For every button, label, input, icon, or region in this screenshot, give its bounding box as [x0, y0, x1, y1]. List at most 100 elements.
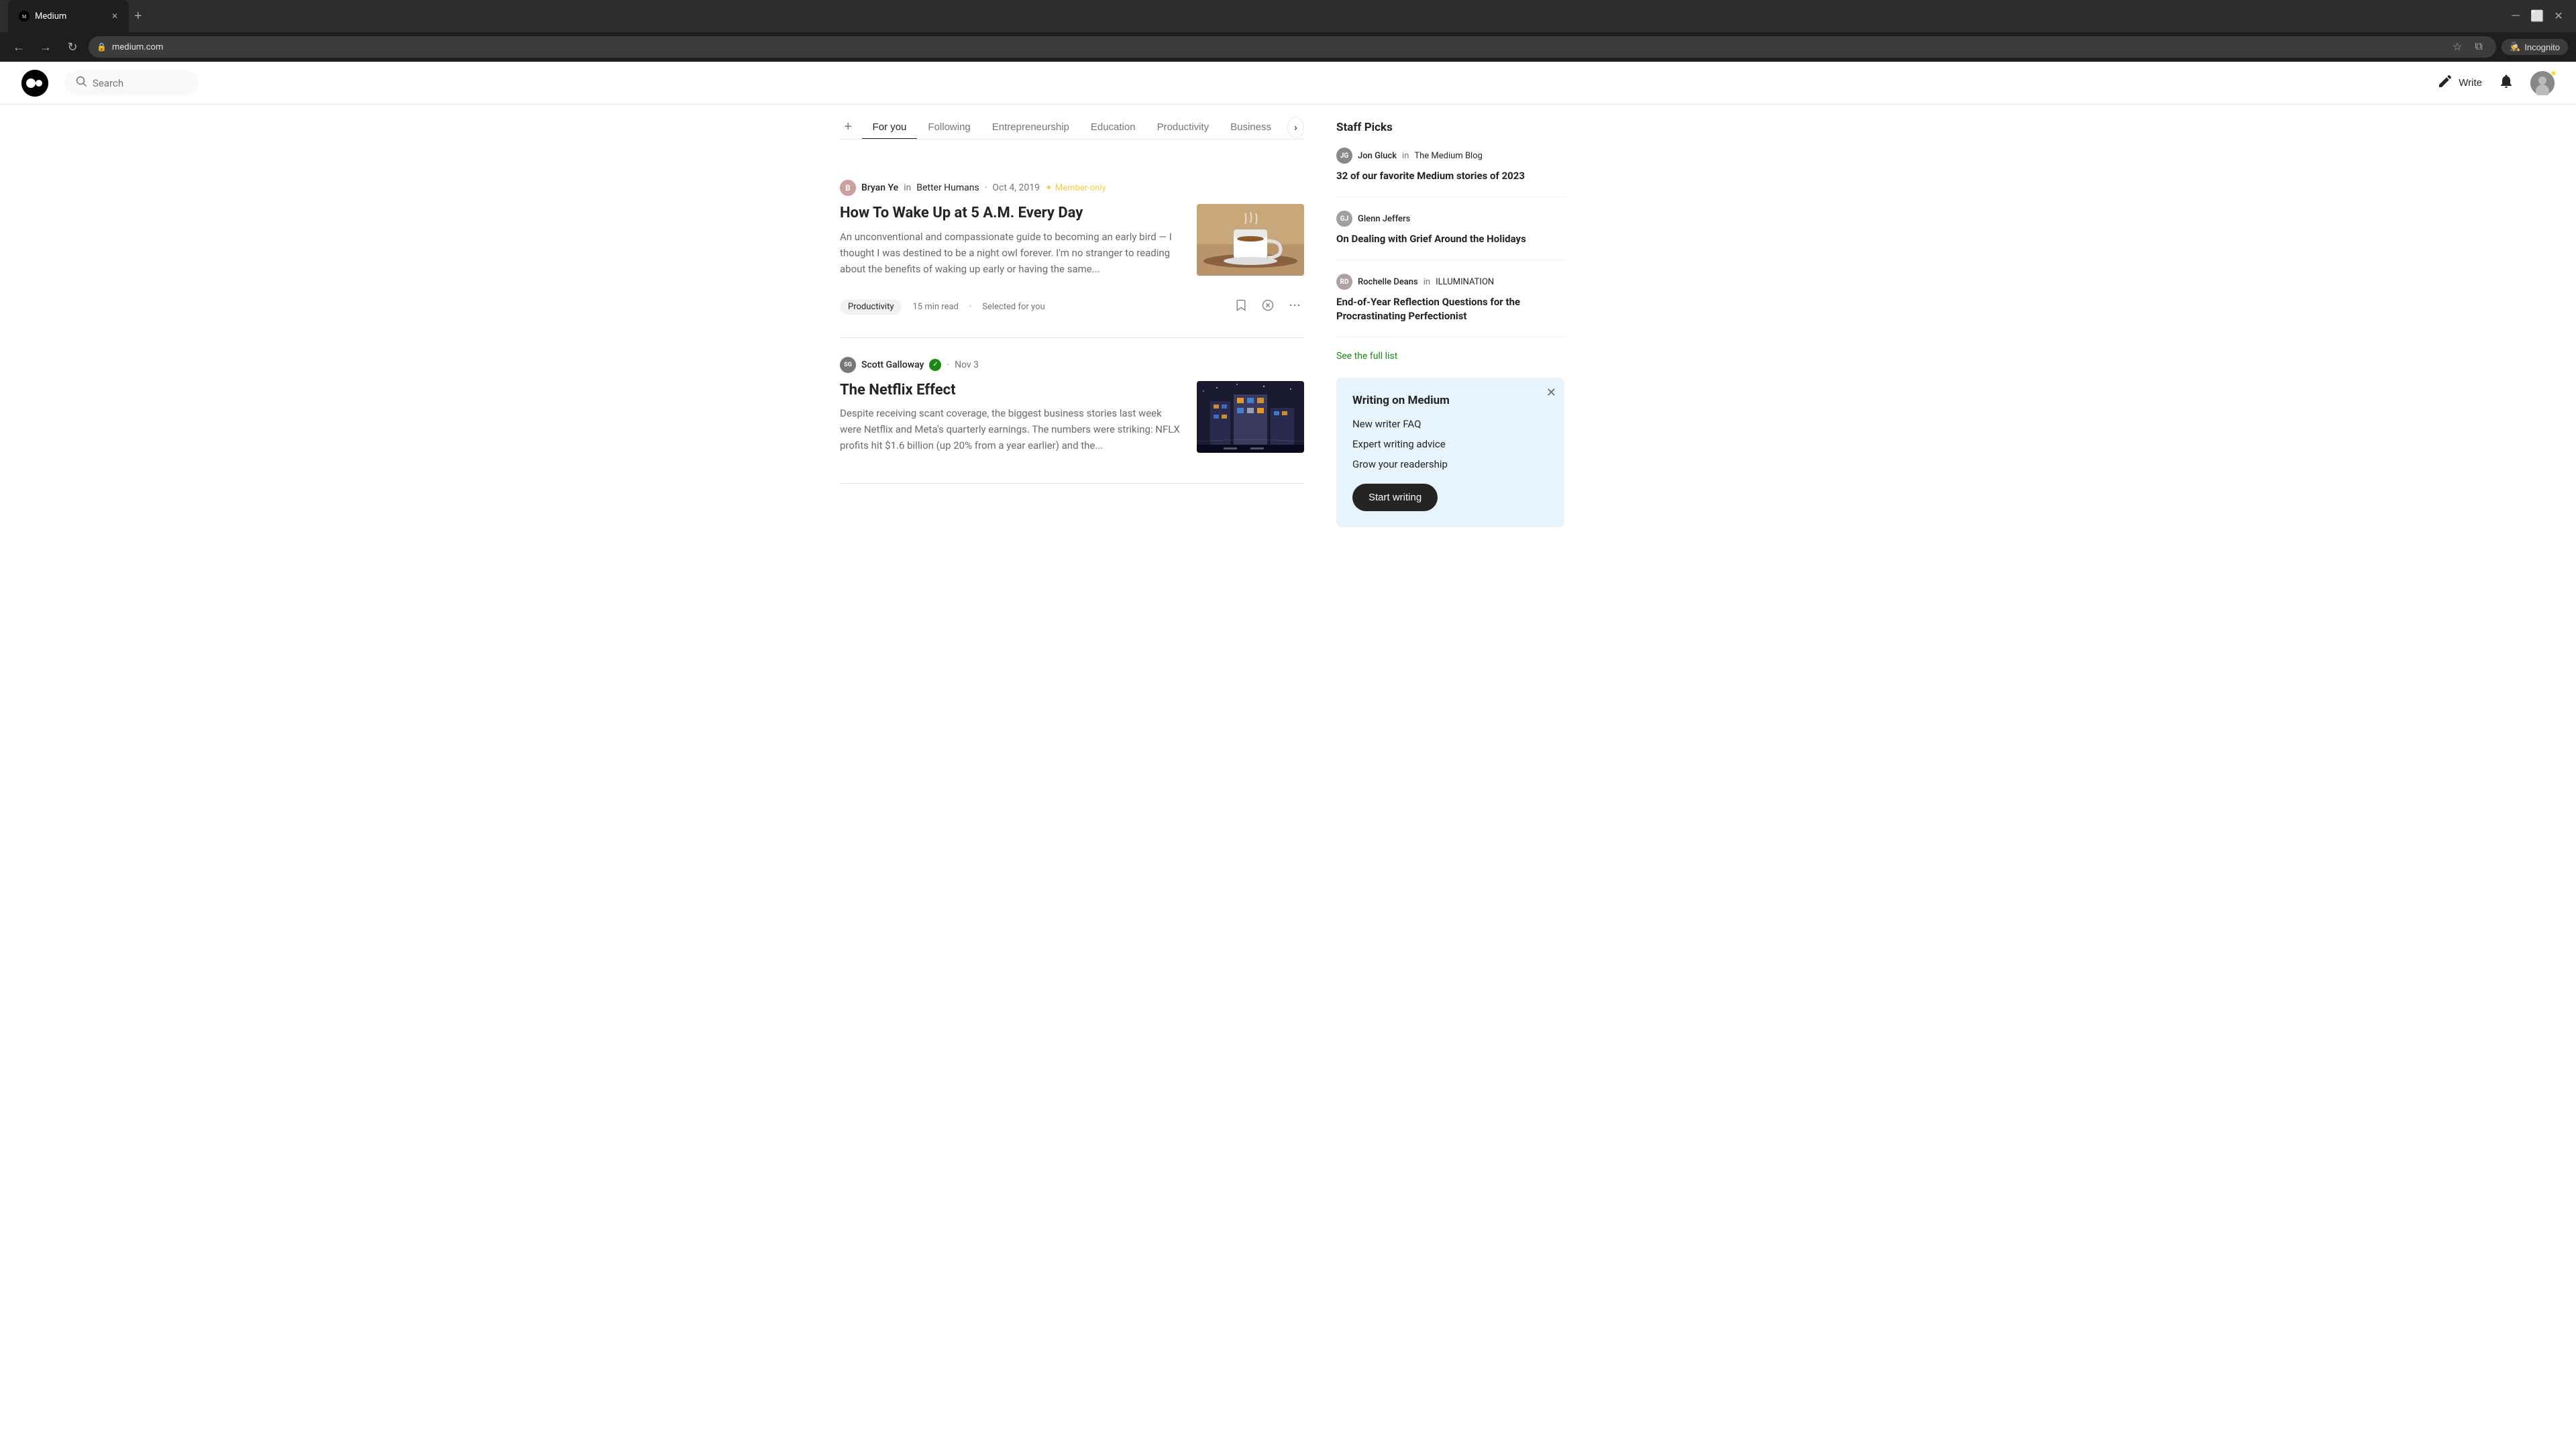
author-name-1[interactable]: Bryan Ye	[861, 182, 898, 193]
member-badge-1: ✦ Member-only	[1045, 183, 1106, 193]
article-footer-1: Productivity 15 min read · Selected for …	[840, 296, 1304, 319]
article-thumbnail-2	[1197, 381, 1304, 453]
maximize-button[interactable]: ⬜	[2528, 7, 2546, 25]
article-excerpt-2: Despite receiving scant coverage, the bi…	[840, 405, 1183, 453]
close-window-button[interactable]: ✕	[2549, 7, 2568, 25]
author-publication-1[interactable]: Better Humans	[916, 182, 979, 193]
dislike-button-1[interactable]	[1258, 296, 1277, 319]
verified-badge-2: ✓	[929, 359, 941, 371]
url-display: medium.com	[112, 42, 163, 52]
address-bar[interactable]: 🔒 medium.com ☆ ⧉	[89, 36, 2496, 58]
save-button-1[interactable]	[1232, 296, 1250, 319]
article-text-1: How To Wake Up at 5 A.M. Every Day An un…	[840, 204, 1183, 288]
address-bar-row: ← → ↻ 🔒 medium.com ☆ ⧉ 🕵 Incognito	[0, 32, 2576, 62]
article-card-1: B Bryan Ye in Better Humans · Oct 4, 201…	[840, 161, 1304, 338]
article-actions-1	[1232, 296, 1304, 319]
tab-following[interactable]: Following	[917, 116, 981, 140]
tab-for-you[interactable]: For you	[862, 116, 918, 140]
sp-author-name-1[interactable]: Jon Gluck	[1358, 151, 1397, 161]
secure-icon: 🔒	[97, 42, 107, 52]
tab-bar: M Medium ✕ +	[8, 0, 2496, 32]
staff-pick-1: JG Jon Gluck in The Medium Blog 32 of ou…	[1336, 148, 1564, 197]
sp-author-3: RD Rochelle Deans in ILLUMINATION	[1336, 274, 1564, 290]
author-avatar-1: B	[840, 180, 856, 196]
forward-button[interactable]: →	[35, 36, 56, 58]
top-nav: Search Write	[0, 62, 2576, 105]
incognito-icon: 🕵	[2510, 42, 2520, 52]
sp-author-name-3[interactable]: Rochelle Deans	[1358, 277, 1418, 287]
article-date-2: Nov 3	[955, 360, 979, 370]
sp-title-3[interactable]: End-of-Year Reflection Questions for the…	[1336, 295, 1564, 323]
sp-author-1: JG Jon Gluck in The Medium Blog	[1336, 148, 1564, 164]
minimize-button[interactable]: ─	[2506, 7, 2525, 25]
sp-publication-1[interactable]: The Medium Blog	[1414, 151, 1483, 161]
sidebar: Staff Picks JG Jon Gluck in The Medium B…	[1336, 105, 1564, 527]
article-thumbnail-1	[1197, 204, 1304, 276]
back-button[interactable]: ←	[8, 36, 30, 58]
writing-card-title: Writing on Medium	[1352, 394, 1548, 407]
author-name-2[interactable]: Scott Galloway	[861, 360, 924, 370]
tab-entrepreneurship[interactable]: Entrepreneurship	[981, 116, 1080, 140]
new-tab-button[interactable]: +	[129, 0, 148, 32]
staff-pick-2: GJ Glenn Jeffers On Dealing with Grief A…	[1336, 211, 1564, 260]
sp-publication-3[interactable]: ILLUMINATION	[1436, 277, 1494, 287]
tab-close-btn[interactable]: ✕	[111, 11, 118, 21]
search-icon	[75, 75, 87, 91]
author-avatar-2: SG	[840, 357, 856, 373]
article-tag-1[interactable]: Productivity	[840, 299, 902, 315]
more-options-button-1[interactable]	[1285, 296, 1304, 319]
avatar[interactable]: ★	[2530, 71, 2555, 95]
tabs-next-arrow[interactable]: ›	[1287, 117, 1304, 138]
staff-picks-title: Staff Picks	[1336, 121, 1564, 134]
write-icon	[2437, 73, 2453, 93]
tab-favicon: M	[19, 11, 30, 21]
feed-tabs: + For you Following Entrepreneurship Edu…	[840, 105, 1304, 140]
sp-avatar-2: GJ	[1336, 211, 1352, 227]
start-writing-button[interactable]: Start writing	[1352, 484, 1438, 511]
writing-card-link-1[interactable]: New writer FAQ	[1352, 418, 1548, 430]
article-title-1[interactable]: How To Wake Up at 5 A.M. Every Day	[840, 204, 1183, 223]
page-content: Search Write	[0, 62, 2576, 1449]
article-title-2[interactable]: The Netflix Effect	[840, 381, 1183, 400]
bookmark-button[interactable]: ☆	[2448, 38, 2467, 56]
sp-avatar-1: JG	[1336, 148, 1352, 164]
writing-card-link-2[interactable]: Expert writing advice	[1352, 438, 1548, 450]
article-text-2: The Netflix Effect Despite receiving sca…	[840, 381, 1183, 465]
incognito-label: Incognito	[2524, 42, 2560, 52]
tab-productivity[interactable]: Productivity	[1146, 116, 1220, 140]
article-card-2: SG Scott Galloway ✓ · Nov 3 The Netflix …	[840, 338, 1304, 484]
writing-card-link-3[interactable]: Grow your readership	[1352, 458, 1548, 470]
search-bar[interactable]: Search	[64, 70, 199, 96]
sp-avatar-3: RD	[1336, 274, 1352, 290]
sp-author-name-2[interactable]: Glenn Jeffers	[1358, 214, 1410, 224]
logo[interactable]	[21, 70, 48, 97]
notifications-button[interactable]	[2498, 73, 2514, 93]
browser-chrome: M Medium ✕ + ─ ⬜ ✕	[0, 0, 2576, 32]
write-label: Write	[2459, 77, 2482, 89]
article-date-1: Oct 4, 2019	[992, 182, 1040, 193]
article-meta-1: B Bryan Ye in Better Humans · Oct 4, 201…	[840, 180, 1304, 196]
article-meta-2: SG Scott Galloway ✓ · Nov 3	[840, 357, 1304, 373]
feed-section: + For you Following Entrepreneurship Edu…	[840, 105, 1336, 527]
article-body-2: The Netflix Effect Despite receiving sca…	[840, 381, 1304, 465]
active-tab[interactable]: M Medium ✕	[8, 0, 129, 32]
tab-education[interactable]: Education	[1080, 116, 1146, 140]
add-topic-button[interactable]: +	[840, 117, 857, 138]
write-button[interactable]: Write	[2437, 73, 2482, 93]
article-body-1: How To Wake Up at 5 A.M. Every Day An un…	[840, 204, 1304, 288]
reload-button[interactable]: ↻	[62, 36, 83, 58]
incognito-button[interactable]: 🕵 Incognito	[2502, 39, 2568, 55]
main-content: + For you Following Entrepreneurship Edu…	[818, 105, 1758, 527]
article-excerpt-1: An unconventional and compassionate guid…	[840, 229, 1183, 277]
selected-label-1: Selected for you	[982, 302, 1044, 312]
avatar-star-icon: ★	[2550, 68, 2557, 78]
logo-mark	[21, 70, 48, 97]
see-full-list-link[interactable]: See the full list	[1336, 351, 1564, 362]
tab-switcher-button[interactable]: ⧉	[2469, 38, 2488, 56]
sp-title-2[interactable]: On Dealing with Grief Around the Holiday…	[1336, 232, 1564, 246]
address-actions: ☆ ⧉	[2448, 38, 2488, 56]
writing-card-close-button[interactable]: ✕	[1546, 386, 1556, 400]
window-controls: ─ ⬜ ✕	[2506, 7, 2568, 25]
sp-title-1[interactable]: 32 of our favorite Medium stories of 202…	[1336, 169, 1564, 183]
tab-business[interactable]: Business	[1220, 116, 1282, 140]
